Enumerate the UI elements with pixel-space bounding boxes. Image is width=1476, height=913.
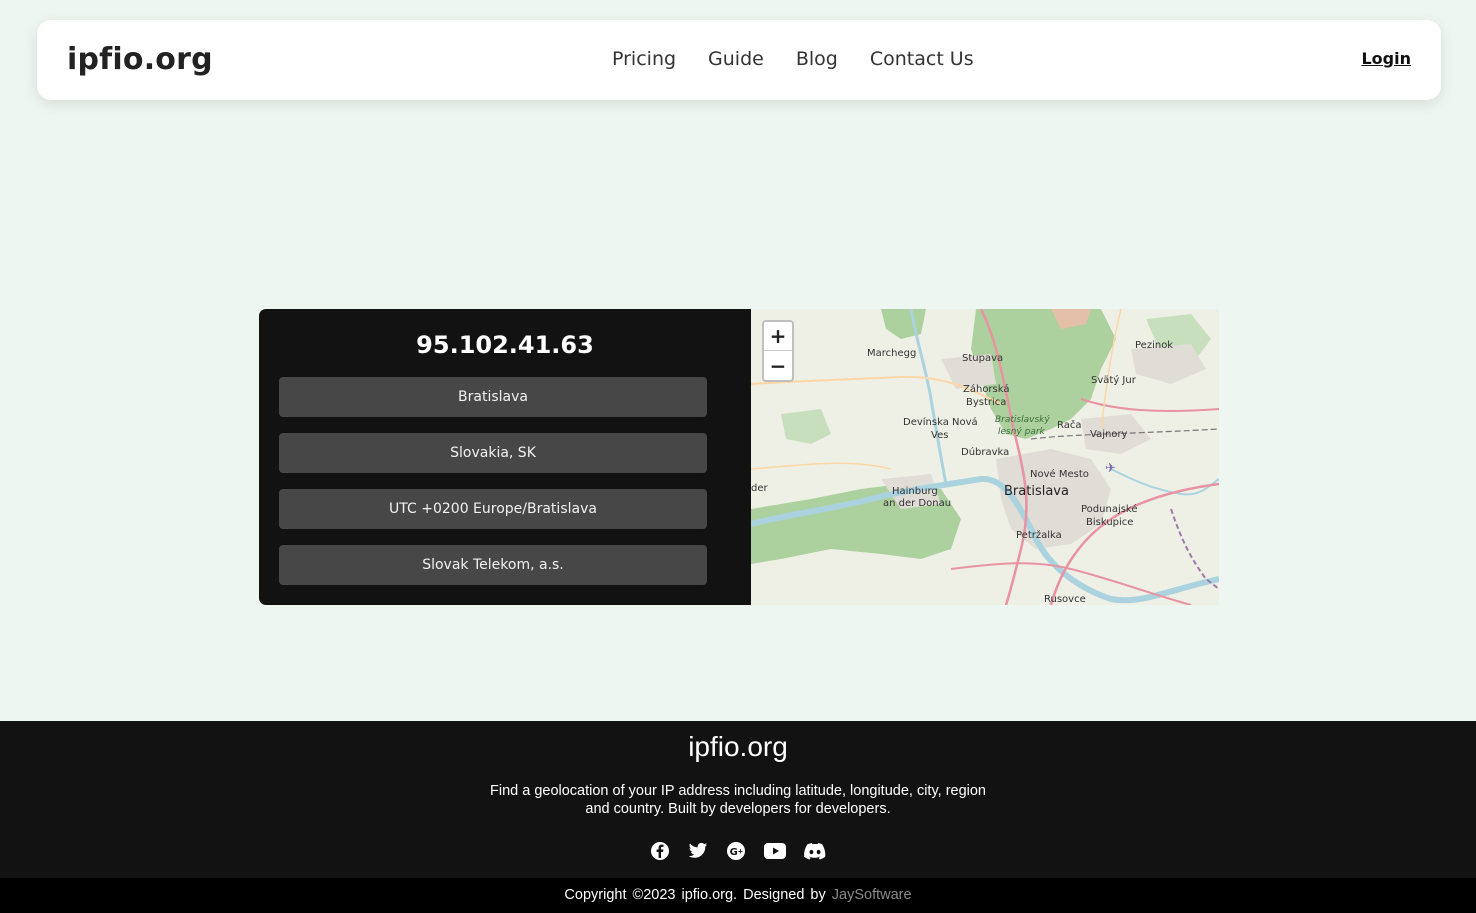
designer-link[interactable]: JaySoftware <box>832 887 912 903</box>
nav-link-blog[interactable]: Blog <box>796 48 838 70</box>
zoom-in-button[interactable]: + <box>764 322 792 351</box>
map-label-rusovce: Rusovce <box>1044 594 1086 605</box>
map-label-bratislava: Bratislava <box>1004 484 1069 499</box>
ip-info-card: 95.102.41.63 Bratislava Slovakia, SK UTC… <box>259 309 751 605</box>
map-label-vajnory: Vajnory <box>1090 429 1128 440</box>
svg-text:+: + <box>738 848 744 856</box>
facebook-icon[interactable] <box>650 841 670 861</box>
map-label-petrzalka: Petržalka <box>1016 530 1062 541</box>
twitter-icon[interactable] <box>688 842 708 860</box>
social-links: G + <box>650 841 826 861</box>
google-plus-icon[interactable]: G + <box>726 841 746 861</box>
map-label-podunajske-1: Podunajské <box>1081 504 1138 515</box>
isp-field: Slovak Telekom, a.s. <box>279 545 707 585</box>
map-label-hainburg-2: an der Donau <box>883 498 952 509</box>
footer: ipfio.org Find a geolocation of your IP … <box>0 721 1476 878</box>
ip-address: 95.102.41.63 <box>416 331 594 359</box>
map-label-devinska-1: Devínska Nová <box>903 417 978 428</box>
map-label-zahorska-1: Záhorská <box>963 384 1010 395</box>
zoom-out-button[interactable]: − <box>764 351 792 380</box>
map-label-bratislavsky-1: Bratislavský <box>995 415 1050 425</box>
main-nav: Pricing Guide Blog Contact Us <box>612 48 974 70</box>
discord-icon[interactable] <box>804 842 826 860</box>
map-label-dubravka: Dúbravka <box>961 447 1010 458</box>
top-navbar: ipfio.org Pricing Guide Blog Contact Us … <box>37 20 1441 100</box>
copyright-text: Copyright ©2023 ipfio.org. Designed by <box>564 887 826 903</box>
country-field: Slovakia, SK <box>279 433 707 473</box>
city-field: Bratislava <box>279 377 707 417</box>
timezone-field: UTC +0200 Europe/Bratislava <box>279 489 707 529</box>
zoom-control: + − <box>762 320 794 382</box>
copyright-bar: Copyright ©2023 ipfio.org. Designed by J… <box>0 878 1476 913</box>
nav-link-pricing[interactable]: Pricing <box>612 48 676 70</box>
map-label-edge: der <box>751 483 768 494</box>
site-logo[interactable]: ipfio.org <box>67 42 213 77</box>
footer-brand: ipfio.org <box>688 731 788 762</box>
map-label-stupava: Stupava <box>962 353 1004 364</box>
map-label-devinska-2: Ves <box>931 430 949 441</box>
nav-link-guide[interactable]: Guide <box>708 48 764 70</box>
map-label-hainburg-1: Hainburg <box>892 486 938 497</box>
footer-description: Find a geolocation of your IP address in… <box>490 783 986 817</box>
map-label-zahorska-2: Bystrica <box>966 397 1007 408</box>
map-label-podunajske-2: Biskupice <box>1086 517 1134 528</box>
login-link[interactable]: Login <box>1361 49 1411 68</box>
airport-icon: ✈ <box>1105 461 1116 476</box>
map-label-svaty-jur: Svätý Jur <box>1091 375 1136 386</box>
map-label-raca: Rača <box>1057 420 1082 431</box>
nav-link-contact-us[interactable]: Contact Us <box>870 48 974 70</box>
map-label-bratislavsky-2: lesný park <box>998 427 1045 437</box>
location-map[interactable]: + − Marchegg Stupava Pezinok Svätý Jur Z… <box>751 309 1219 605</box>
map-label-pezinok: Pezinok <box>1135 340 1174 351</box>
map-label-marchegg: Marchegg <box>867 348 917 359</box>
map-label-nove-mesto: Nové Mesto <box>1030 469 1089 480</box>
youtube-icon[interactable] <box>764 843 786 859</box>
